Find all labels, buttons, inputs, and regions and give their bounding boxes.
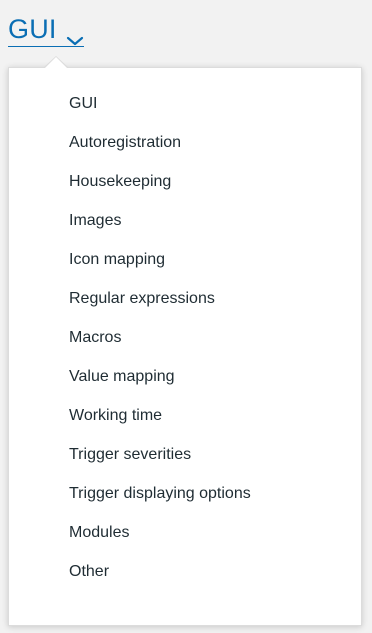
menu-item-trigger-displaying-options[interactable]: Trigger displaying options — [9, 474, 361, 513]
menu-item-other[interactable]: Other — [9, 552, 361, 591]
menu-item-icon-mapping[interactable]: Icon mapping — [9, 240, 361, 279]
dropdown-menu: GUI Autoregistration Housekeeping Images… — [8, 56, 362, 626]
menu-item-housekeeping[interactable]: Housekeeping — [9, 162, 361, 201]
menu-item-macros[interactable]: Macros — [9, 318, 361, 357]
menu-item-value-mapping[interactable]: Value mapping — [9, 357, 361, 396]
menu-item-images[interactable]: Images — [9, 201, 361, 240]
menu-item-autoregistration[interactable]: Autoregistration — [9, 123, 361, 162]
menu-item-trigger-severities[interactable]: Trigger severities — [9, 435, 361, 474]
menu-item-gui[interactable]: GUI — [9, 84, 361, 123]
menu-item-modules[interactable]: Modules — [9, 513, 361, 552]
menu-item-working-time[interactable]: Working time — [9, 396, 361, 435]
menu-item-regular-expressions[interactable]: Regular expressions — [9, 279, 361, 318]
page-title: GUI — [8, 14, 57, 44]
page: GUI GUI Autoregistration Housekeeping Im… — [0, 0, 372, 633]
menu-caret-fill — [44, 57, 68, 69]
chevron-down-icon — [66, 24, 84, 46]
menu-list: GUI Autoregistration Housekeeping Images… — [9, 68, 361, 591]
page-title-dropdown[interactable]: GUI — [8, 6, 84, 47]
